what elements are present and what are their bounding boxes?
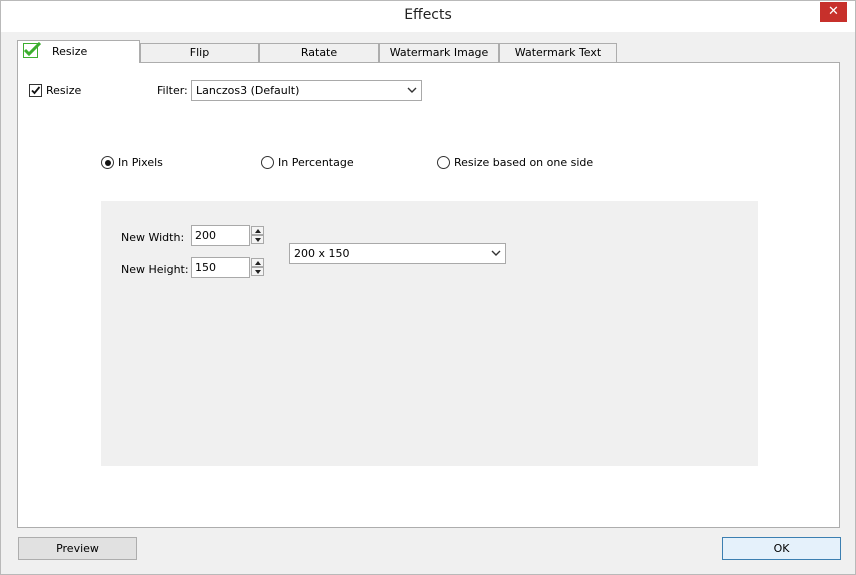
arrow-down-icon — [255, 270, 261, 274]
tab-rotate[interactable]: Ratate — [259, 43, 379, 62]
height-spin-up[interactable] — [251, 258, 264, 267]
tab-watermark-text[interactable]: Watermark Text — [499, 43, 617, 62]
radio-in-percentage[interactable] — [261, 156, 274, 169]
effects-window: Effects ✕ Resize Flip Ratate Watermark I… — [0, 0, 856, 575]
close-button[interactable]: ✕ — [820, 2, 847, 22]
new-height-input[interactable]: 150 — [191, 257, 250, 278]
radio-in-pixels[interactable] — [101, 156, 114, 169]
arrow-down-icon — [255, 238, 261, 242]
radio-one-side[interactable] — [437, 156, 450, 169]
tab-flip[interactable]: Flip — [140, 43, 259, 62]
ok-button[interactable]: OK — [722, 537, 841, 560]
pixel-settings-box: New Width: 200 New Height: 150 200 x 150 — [101, 201, 758, 466]
arrow-up-icon — [255, 229, 261, 233]
new-height-label: New Height: — [121, 263, 189, 276]
tab-resize[interactable]: Resize — [17, 40, 140, 63]
radio-in-percentage-label: In Percentage — [278, 156, 354, 169]
tab-watermark-image[interactable]: Watermark Image — [379, 43, 499, 62]
filter-select-value: Lanczos3 (Default) — [196, 84, 300, 97]
width-spin-down[interactable] — [251, 235, 264, 244]
preview-button[interactable]: Preview — [18, 537, 137, 560]
checkmark-icon — [31, 86, 41, 95]
resize-checkbox-label: Resize — [46, 84, 82, 97]
size-preset-select[interactable]: 200 x 150 — [289, 243, 506, 264]
radio-in-pixels-label: In Pixels — [118, 156, 163, 169]
resize-checkbox[interactable] — [29, 84, 42, 97]
radio-one-side-label: Resize based on one side — [454, 156, 594, 169]
height-spin-down[interactable] — [251, 267, 264, 276]
filter-select[interactable]: Lanczos3 (Default) — [191, 80, 422, 101]
title-bar: Effects ✕ — [1, 1, 855, 32]
tab-resize-label: Resize — [52, 45, 88, 58]
width-spin-up[interactable] — [251, 226, 264, 235]
filter-label: Filter: — [157, 84, 188, 97]
arrow-up-icon — [255, 261, 261, 265]
new-width-input[interactable]: 200 — [191, 225, 250, 246]
size-preset-value: 200 x 150 — [294, 247, 350, 260]
radio-selected-dot — [104, 159, 111, 166]
resize-panel: Resize Filter: Lanczos3 (Default) In Pix… — [17, 62, 840, 528]
chevron-down-icon — [491, 250, 501, 256]
new-width-label: New Width: — [121, 231, 185, 244]
chevron-down-icon — [407, 87, 417, 93]
window-title: Effects — [404, 7, 452, 23]
check-icon — [23, 42, 41, 58]
